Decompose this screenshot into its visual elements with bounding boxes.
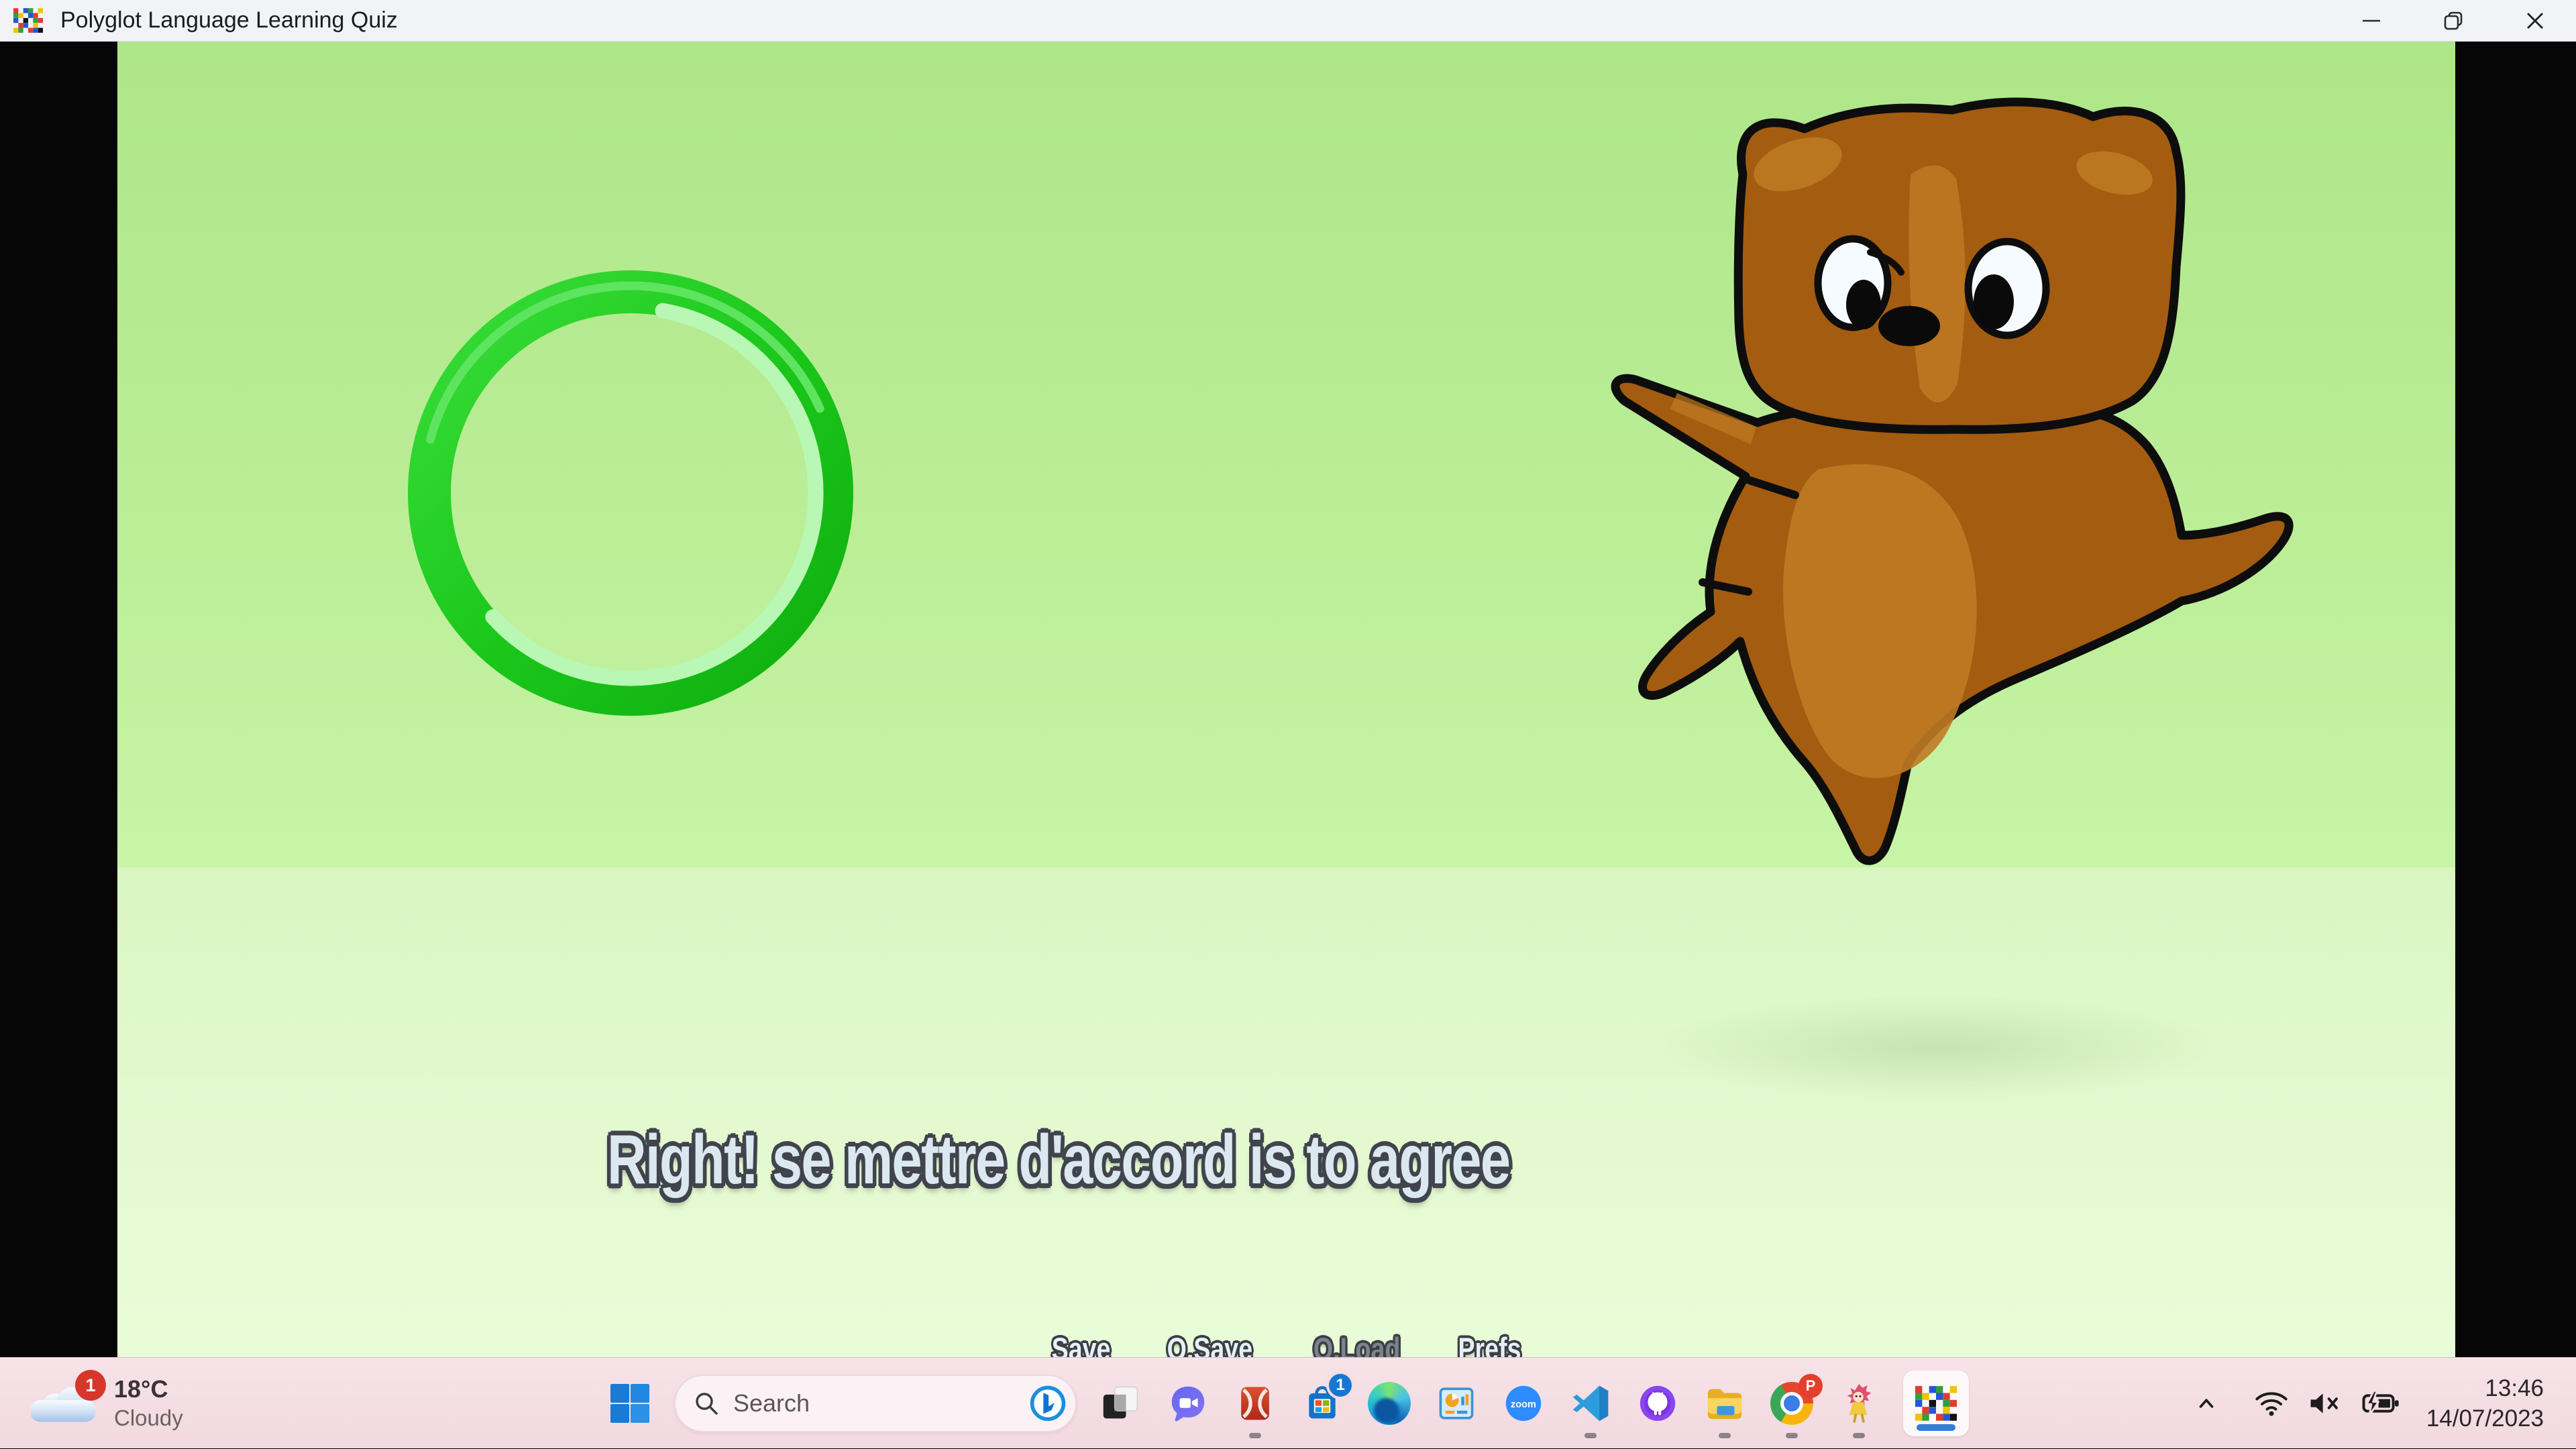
letterbox-right [2455,42,2576,1357]
creature-character [1597,94,2301,979]
window-titlebar: Polyglot Language Learning Quiz [0,0,2576,42]
running-indicator [1853,1433,1865,1438]
taskbar-app-store[interactable]: 1 [1299,1381,1345,1426]
system-monitor-icon [1436,1384,1477,1423]
game-menu: Save Q.Save Q.Load Prefs [1044,1330,1529,1357]
restore-icon [2440,7,2467,34]
system-tray [2195,1358,2400,1449]
chat-video-icon [1167,1383,1209,1424]
github-icon [1637,1383,1678,1424]
taskbar-app-chat[interactable] [1165,1381,1211,1426]
weather-widget[interactable]: 1 18°C Cloudy [19,1358,195,1449]
restore-button[interactable] [2412,0,2494,41]
active-app-indicator [1917,1424,1955,1431]
start-button[interactable] [607,1381,653,1426]
taskbar-app-github[interactable] [1635,1381,1680,1426]
taskbar-app-red[interactable] [1232,1381,1278,1426]
taskbar-app-edge[interactable] [1366,1381,1412,1426]
polyglot-icon [1915,1386,1957,1421]
creature-nose [1878,306,1940,346]
notification-badge: 1 [75,1370,106,1401]
taskbar-app-zoom[interactable]: zoom [1501,1381,1546,1426]
game-viewport: Right! se mettre d'accord is to agree Sa… [117,42,2455,1357]
battery-button[interactable] [2361,1389,2400,1417]
weather-temperature: 18°C [114,1375,183,1404]
quick-load-button[interactable]: Q.Load [1313,1330,1401,1357]
tray-time: 13:46 [2485,1373,2544,1403]
zoom-icon-label: zoom [1511,1399,1536,1410]
vscode-icon [1570,1383,1611,1424]
running-indicator [1585,1433,1597,1438]
taskbar-app-chrome[interactable]: P [1769,1381,1815,1426]
tray-overflow-button[interactable] [2195,1392,2218,1415]
taskbar-center: Search [607,1358,1969,1449]
taskbar-app-anime[interactable] [1836,1381,1882,1426]
game-window: Right! se mettre d'accord is to agree Sa… [0,42,2576,1357]
battery-charging-icon [2361,1389,2400,1417]
minimize-icon [2358,7,2385,34]
search-placeholder: Search [733,1389,1015,1417]
quiz-feedback-message: Right! se mettre d'accord is to agree [607,1120,1509,1200]
taskbar-app-polyglot-active[interactable] [1903,1371,1969,1436]
taskbar-app-file-explorer[interactable] [1702,1381,1748,1426]
bing-chat-icon[interactable] [1028,1384,1067,1423]
tray-date: 14/07/2023 [2426,1403,2544,1434]
minimize-button[interactable] [2330,0,2412,41]
taskbar: 1 18°C Cloudy Search [0,1357,2576,1448]
taskbar-app-desktops[interactable] [1098,1381,1144,1426]
clock-widget[interactable]: 13:46 14/07/2023 [2426,1358,2544,1449]
desktops-icon [1101,1383,1141,1424]
anime-character-icon [1842,1383,1876,1424]
volume-button[interactable] [2308,1390,2343,1417]
taskbar-app-system-monitor[interactable] [1434,1381,1479,1426]
save-button[interactable]: Save [1051,1330,1110,1357]
windows-logo-icon [609,1383,651,1424]
close-button[interactable] [2494,0,2576,41]
letterbox-left [0,42,117,1357]
window-title: Polyglot Language Learning Quiz [60,7,398,34]
search-box[interactable]: Search [674,1375,1077,1432]
running-indicator [1719,1433,1731,1438]
chrome-profile-badge: P [1799,1374,1823,1398]
edge-icon [1368,1382,1411,1425]
window-controls [2330,0,2576,41]
running-indicator [1249,1433,1261,1438]
weather-condition: Cloudy [114,1404,183,1432]
wifi-icon [2254,1389,2289,1418]
prefs-button[interactable]: Prefs [1458,1330,1521,1357]
close-icon [2522,7,2548,34]
app-window-icon [13,8,43,33]
store-badge: 1 [1326,1371,1354,1399]
zoom-icon: zoom [1503,1383,1544,1424]
red-app-icon [1236,1383,1275,1424]
volume-muted-icon [2308,1390,2343,1417]
file-explorer-icon [1704,1384,1746,1423]
character-shadow [1647,994,2224,1102]
search-icon [693,1390,720,1417]
quick-save-button[interactable]: Q.Save [1167,1330,1253,1357]
green-ring-object[interactable] [389,252,872,735]
wifi-button[interactable] [2254,1389,2289,1418]
chevron-up-icon [2195,1392,2218,1415]
running-indicator [1786,1433,1798,1438]
taskbar-app-vscode[interactable] [1568,1381,1613,1426]
